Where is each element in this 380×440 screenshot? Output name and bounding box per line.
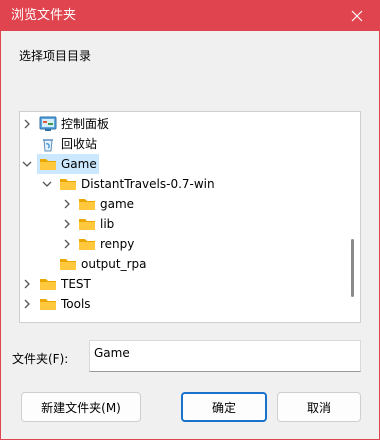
tree-item-lib[interactable]: lib: [20, 214, 345, 234]
tree-item-label: output_rpa: [81, 257, 147, 271]
folder-icon: [79, 199, 95, 210]
new-folder-button-label: 新建文件夹(M): [41, 400, 121, 415]
tree-item-label: Tools: [61, 297, 91, 311]
tree-item-label: TEST: [61, 277, 91, 291]
tree-item-recycle-bin[interactable]: 回收站: [20, 134, 345, 154]
tree-item-label: lib: [100, 217, 115, 231]
close-icon: [351, 10, 363, 22]
tree-item-distanttravels[interactable]: DistantTravels-0.7-win: [20, 174, 345, 194]
tree-item-output-rpa[interactable]: output_rpa: [20, 254, 345, 274]
chevron-right-icon[interactable]: [22, 279, 32, 289]
tree-item-label: renpy: [100, 237, 135, 251]
folder-name-input[interactable]: Game: [89, 340, 361, 372]
ok-button[interactable]: 确定: [181, 392, 267, 422]
tree-item-control-panel[interactable]: 控制面板: [20, 114, 345, 134]
folder-icon: [40, 299, 56, 310]
chevron-down-icon[interactable]: [42, 179, 52, 189]
chevron-right-icon[interactable]: [62, 219, 72, 229]
folder-icon: [60, 179, 76, 190]
chevron-right-icon[interactable]: [22, 119, 32, 129]
chevron-right-icon[interactable]: [62, 199, 72, 209]
tree-item-tools[interactable]: Tools: [20, 294, 345, 314]
ok-button-label: 确定: [211, 400, 236, 415]
recycle-bin-icon: [43, 139, 53, 152]
title-bar[interactable]: 浏览文件夹: [1, 1, 379, 31]
dialog-prompt: 选择项目目录: [19, 49, 92, 63]
folder-icon: [79, 219, 95, 230]
tree-item-renpy[interactable]: renpy: [20, 234, 345, 254]
close-button[interactable]: [335, 1, 379, 31]
chevron-right-icon[interactable]: [62, 239, 72, 249]
chevron-right-icon[interactable]: [22, 299, 32, 309]
folder-icon: [40, 279, 56, 290]
dialog-title: 浏览文件夹: [11, 8, 77, 23]
tree-item-game[interactable]: Game: [20, 154, 345, 174]
scrollbar-thumb[interactable]: [351, 239, 354, 297]
tree-item-test[interactable]: TEST: [20, 274, 345, 294]
folder-tree[interactable]: 控制面板 回收站 Game DistantTravels-0.7-win gam…: [19, 111, 361, 323]
folder-field-label: 文件夹(F):: [12, 352, 69, 366]
chevron-down-icon[interactable]: [22, 159, 32, 169]
vertical-scrollbar[interactable]: [344, 112, 360, 322]
tree-item-label: 控制面板: [61, 117, 110, 131]
tree-item-label: game: [100, 197, 135, 211]
tree-item-label: 回收站: [61, 137, 98, 151]
tree-item-label: DistantTravels-0.7-win: [81, 177, 215, 191]
folder-icon: [79, 239, 95, 250]
cancel-button[interactable]: 取消: [277, 392, 361, 422]
new-folder-button[interactable]: 新建文件夹(M): [21, 392, 141, 422]
folder-icon: [40, 159, 56, 170]
tree-item-label: Game: [61, 157, 97, 171]
folder-icon: [60, 259, 76, 270]
browse-folder-dialog: 浏览文件夹 选择项目目录 控制面板 回收站 Game DistantTravel…: [0, 0, 380, 440]
cancel-button-label: 取消: [306, 400, 331, 415]
control-panel-icon: [39, 116, 57, 131]
tree-item-game-subfolder[interactable]: game: [20, 194, 345, 214]
